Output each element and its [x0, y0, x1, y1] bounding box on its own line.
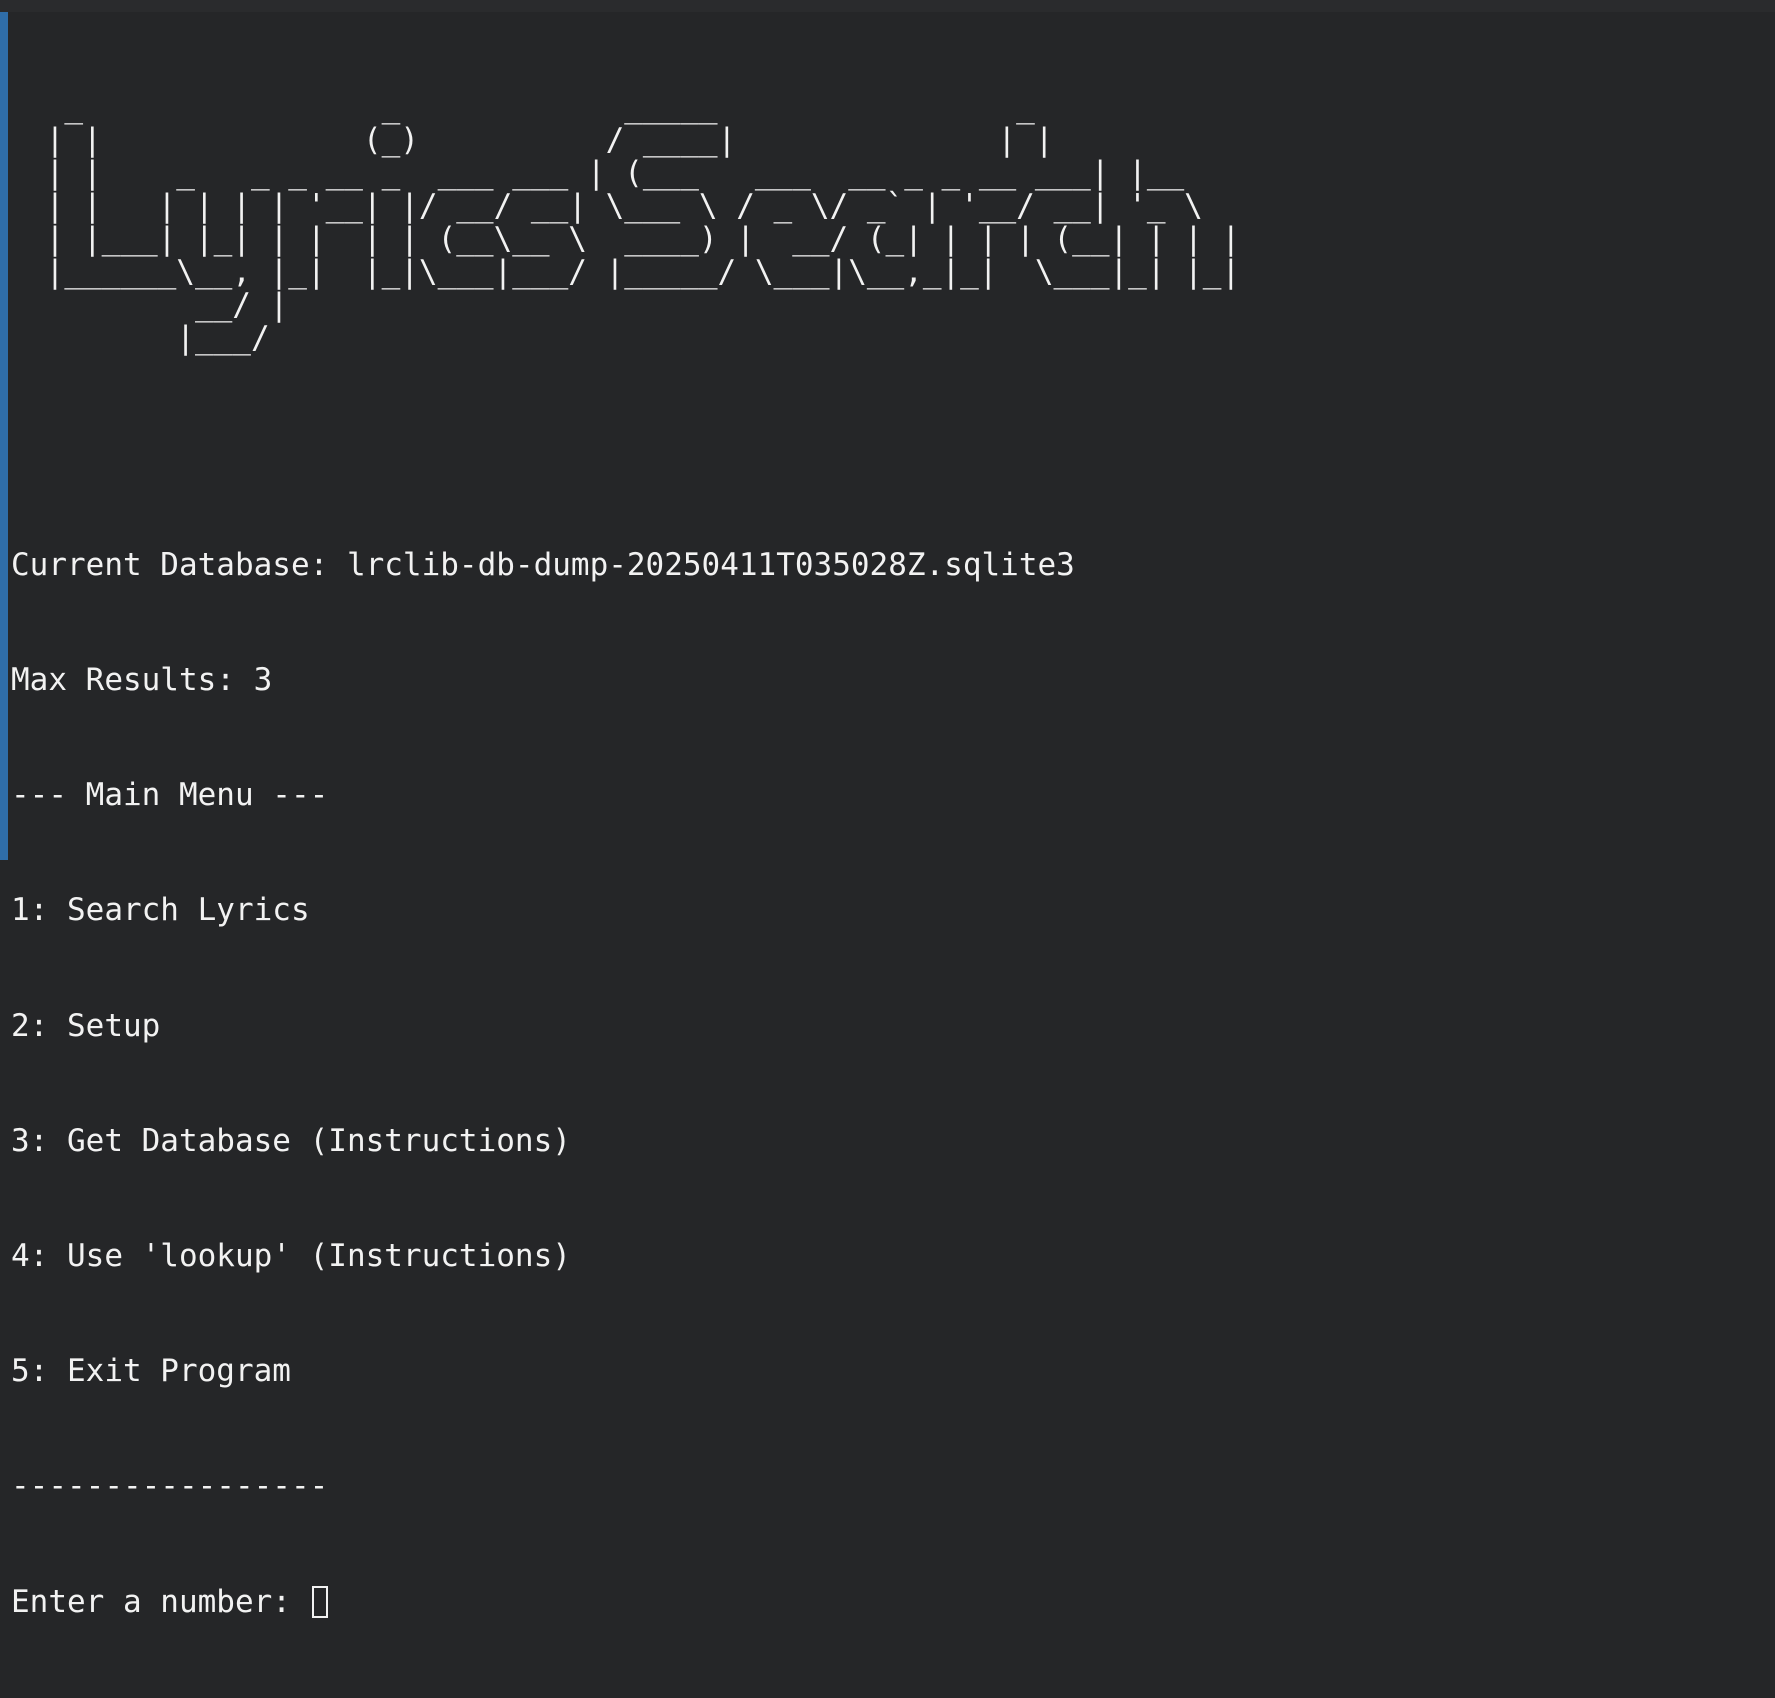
ascii-art-banner: _ _ _____ _ | | (_) / ____| | | | | _ _ … [45, 89, 1241, 356]
input-prompt-label: Enter a number: [11, 1583, 310, 1620]
max-results-line: Max Results: 3 [11, 662, 273, 699]
window-top-strip [0, 0, 1775, 12]
current-database-line: Current Database: lrclib-db-dump-2025041… [11, 546, 1075, 583]
menu-item-get-database: 3: Get Database (Instructions) [11, 1122, 571, 1159]
terminal-focus-indicator [0, 12, 8, 860]
text-cursor [311, 1585, 328, 1618]
input-prompt-line[interactable]: Enter a number: [11, 1583, 1075, 1621]
menu-item-search-lyrics: 1: Search Lyrics [11, 892, 310, 929]
main-menu-header: --- Main Menu --- [11, 777, 329, 814]
menu-item-exit-program: 5: Exit Program [11, 1353, 291, 1390]
main-menu-footer: ----------------- [11, 1468, 329, 1505]
menu-item-setup: 2: Setup [11, 1007, 161, 1044]
menu-item-use-lookup: 4: Use 'lookup' (Instructions) [11, 1238, 571, 1275]
terminal-output[interactable]: _ _ _____ _ | | (_) / ____| | | | | _ _ … [11, 12, 1761, 1620]
